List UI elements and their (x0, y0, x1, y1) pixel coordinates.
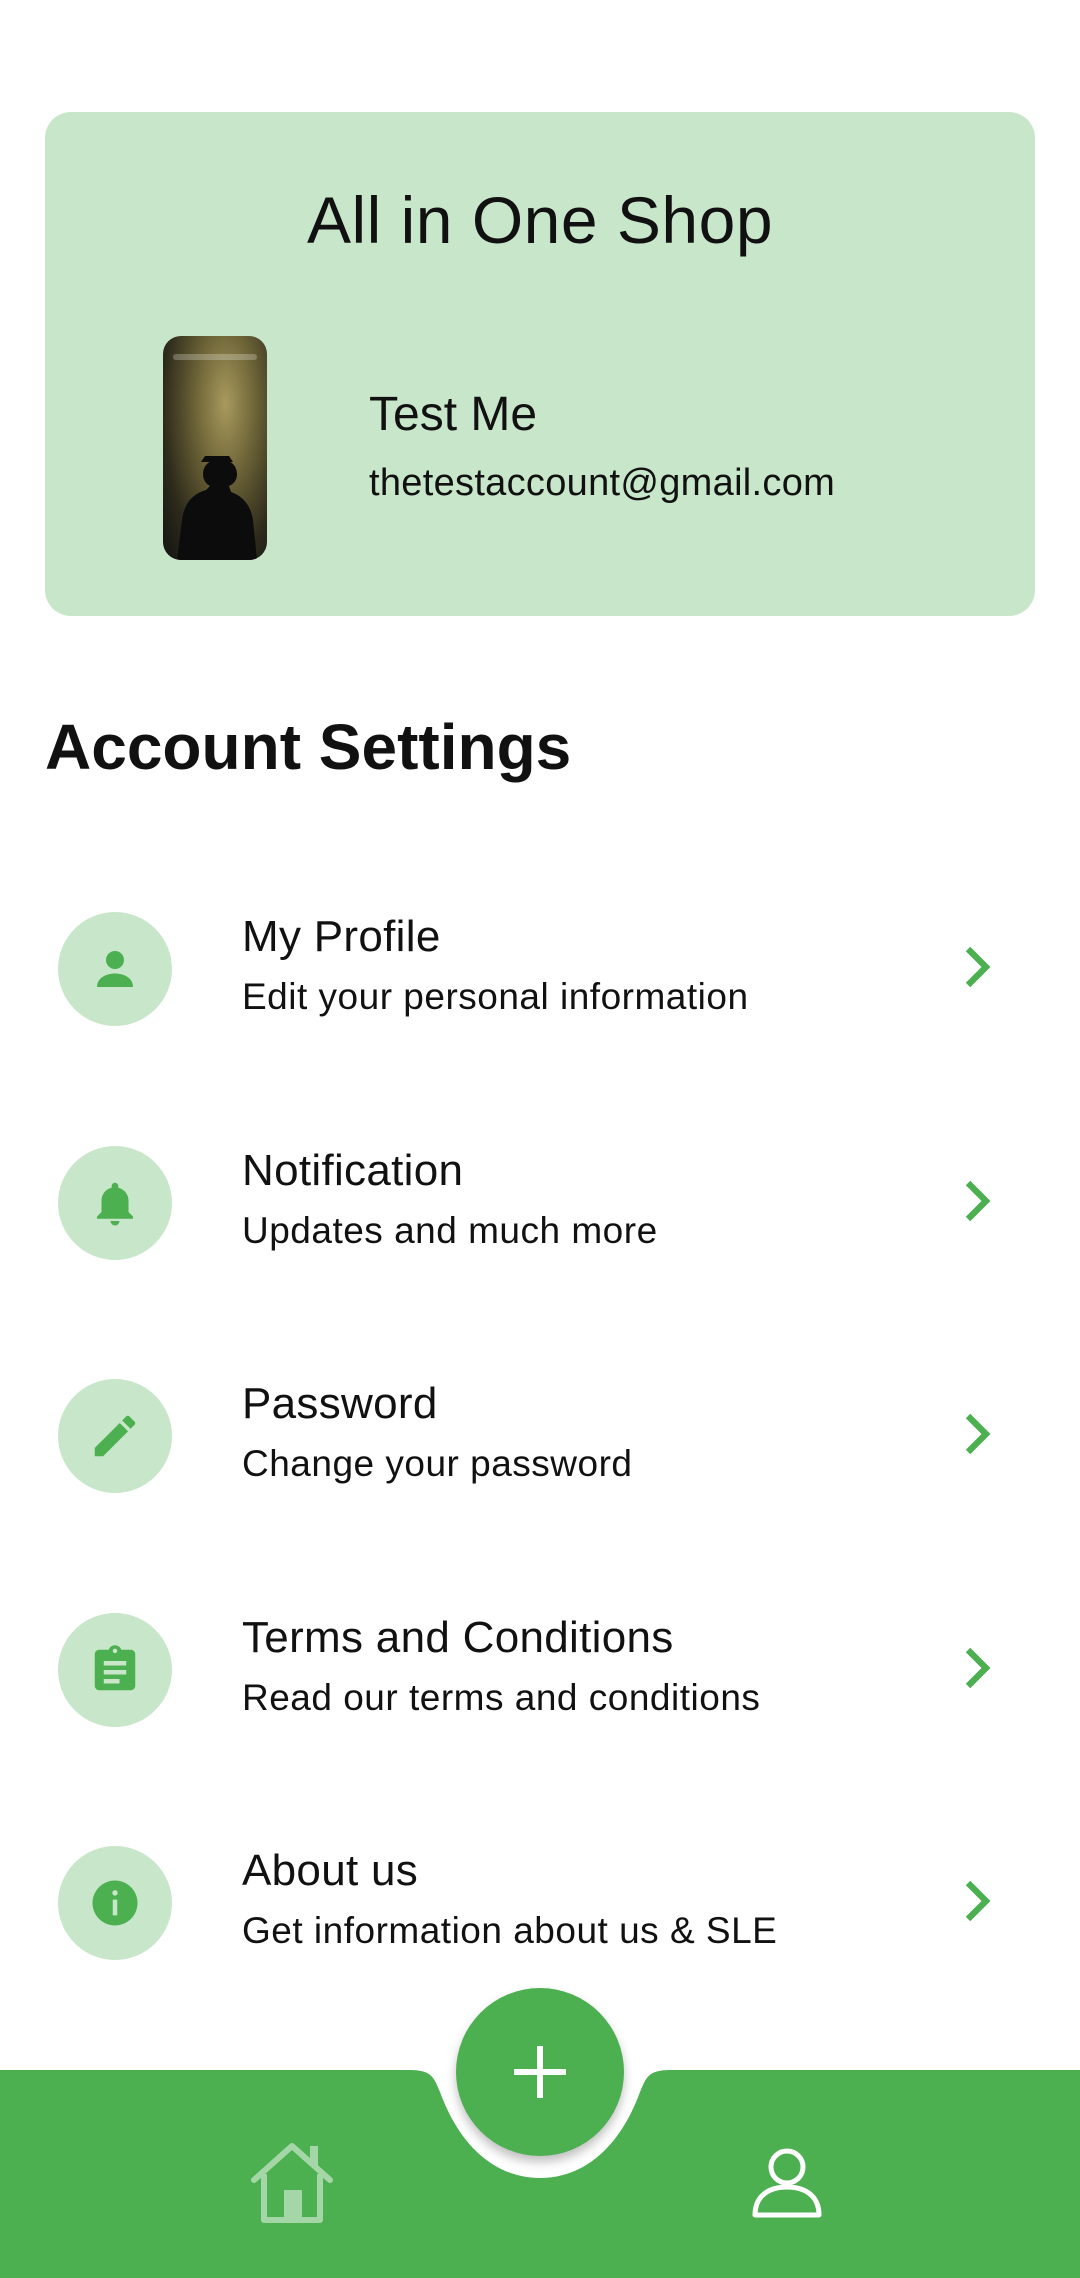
setting-title: About us (242, 1846, 419, 1895)
chevron-right-icon (965, 1647, 991, 1689)
setting-subtitle: Read our terms and conditions (242, 1677, 761, 1718)
avatar-status-bar (173, 354, 257, 360)
setting-row-notification[interactable]: Notification Updates and much more (0, 1104, 1080, 1284)
chevron-right-icon (965, 1413, 991, 1455)
chevron-right-icon (965, 1180, 991, 1222)
setting-title: Password (242, 1379, 438, 1428)
user-email: thetestaccount@gmail.com (369, 462, 836, 504)
bell-icon (58, 1146, 172, 1260)
home-icon[interactable] (248, 2140, 336, 2224)
shop-title: All in One Shop (306, 183, 774, 257)
setting-subtitle: Updates and much more (242, 1210, 658, 1251)
setting-subtitle: Edit your personal information (242, 976, 749, 1017)
avatar-silhouette (177, 456, 257, 560)
setting-row-terms[interactable]: Terms and Conditions Read our terms and … (0, 1571, 1080, 1751)
setting-subtitle: Get information about us & SLE (242, 1910, 778, 1951)
section-title: Account Settings (45, 711, 572, 783)
profile-header-card: All in One Shop Test Me thetestaccount@g… (45, 112, 1035, 616)
setting-title: My Profile (242, 912, 441, 961)
setting-row-password[interactable]: Password Change your password (0, 1337, 1080, 1517)
setting-row-my-profile[interactable]: My Profile Edit your personal informatio… (0, 870, 1080, 1050)
setting-row-about[interactable]: About us Get information about us & SLE (0, 1804, 1080, 1984)
setting-title: Terms and Conditions (242, 1613, 674, 1662)
pencil-icon (58, 1379, 172, 1493)
info-icon (58, 1846, 172, 1960)
chevron-right-icon (965, 1880, 991, 1922)
setting-subtitle: Change your password (242, 1443, 633, 1484)
profile-icon[interactable] (750, 2145, 824, 2219)
avatar[interactable] (163, 336, 267, 560)
plus-icon (514, 2046, 566, 2098)
chevron-right-icon (965, 946, 991, 988)
add-button[interactable] (456, 1988, 624, 2156)
clipboard-icon (58, 1613, 172, 1727)
setting-title: Notification (242, 1146, 464, 1195)
user-name: Test Me (369, 388, 538, 441)
person-icon (58, 912, 172, 1026)
